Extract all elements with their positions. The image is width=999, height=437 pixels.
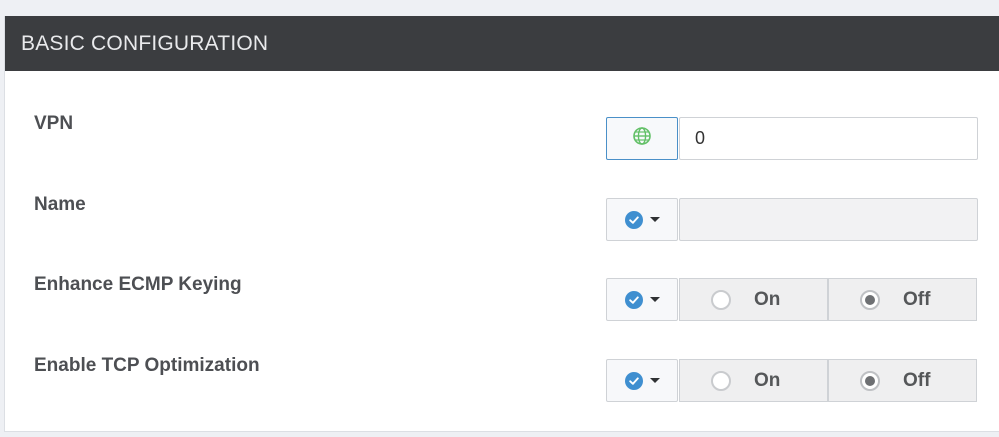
- name-row: Name: [5, 194, 999, 242]
- radio-label-on: On: [754, 288, 781, 310]
- radio-checked-icon: [860, 289, 880, 310]
- enhance-ecmp-on-radio[interactable]: On: [679, 278, 828, 321]
- check-circle-icon: [624, 210, 643, 229]
- tcp-optimization-on-radio[interactable]: On: [679, 359, 828, 402]
- enhance-ecmp-keying-row: Enhance ECMP Keying On Off: [5, 274, 999, 322]
- enable-tcp-optimization-row: Enable TCP Optimization On Off: [5, 355, 999, 403]
- caret-down-icon: [649, 297, 660, 302]
- radio-unchecked-icon: [711, 370, 731, 391]
- caret-down-icon: [649, 378, 660, 383]
- globe-icon: [632, 126, 652, 151]
- vpn-scope-button[interactable]: [606, 117, 678, 160]
- check-circle-icon: [624, 371, 643, 390]
- vpn-label: VPN: [34, 113, 74, 134]
- vpn-input[interactable]: [679, 117, 978, 160]
- name-input[interactable]: [679, 198, 978, 241]
- section-title: BASIC CONFIGURATION: [21, 31, 269, 55]
- enhance-ecmp-scope-dropdown[interactable]: [606, 278, 678, 321]
- tcp-optimization-off-radio[interactable]: Off: [828, 359, 977, 402]
- enable-tcp-optimization-label: Enable TCP Optimization: [34, 355, 260, 376]
- check-circle-icon: [624, 290, 643, 309]
- basic-configuration-panel: BASIC CONFIGURATION VPN Name: [4, 16, 999, 432]
- name-scope-dropdown[interactable]: [606, 198, 678, 241]
- radio-unchecked-icon: [711, 289, 731, 310]
- radio-label-off: Off: [903, 288, 931, 310]
- caret-down-icon: [649, 217, 660, 222]
- name-label: Name: [34, 194, 86, 215]
- vpn-row: VPN: [5, 113, 999, 161]
- enhance-ecmp-off-radio[interactable]: Off: [828, 278, 977, 321]
- enhance-ecmp-keying-label: Enhance ECMP Keying: [34, 274, 242, 295]
- tcp-optimization-scope-dropdown[interactable]: [606, 359, 678, 402]
- radio-label-off: Off: [903, 369, 931, 391]
- section-header: BASIC CONFIGURATION: [5, 16, 999, 71]
- radio-label-on: On: [754, 369, 781, 391]
- radio-checked-icon: [860, 370, 880, 391]
